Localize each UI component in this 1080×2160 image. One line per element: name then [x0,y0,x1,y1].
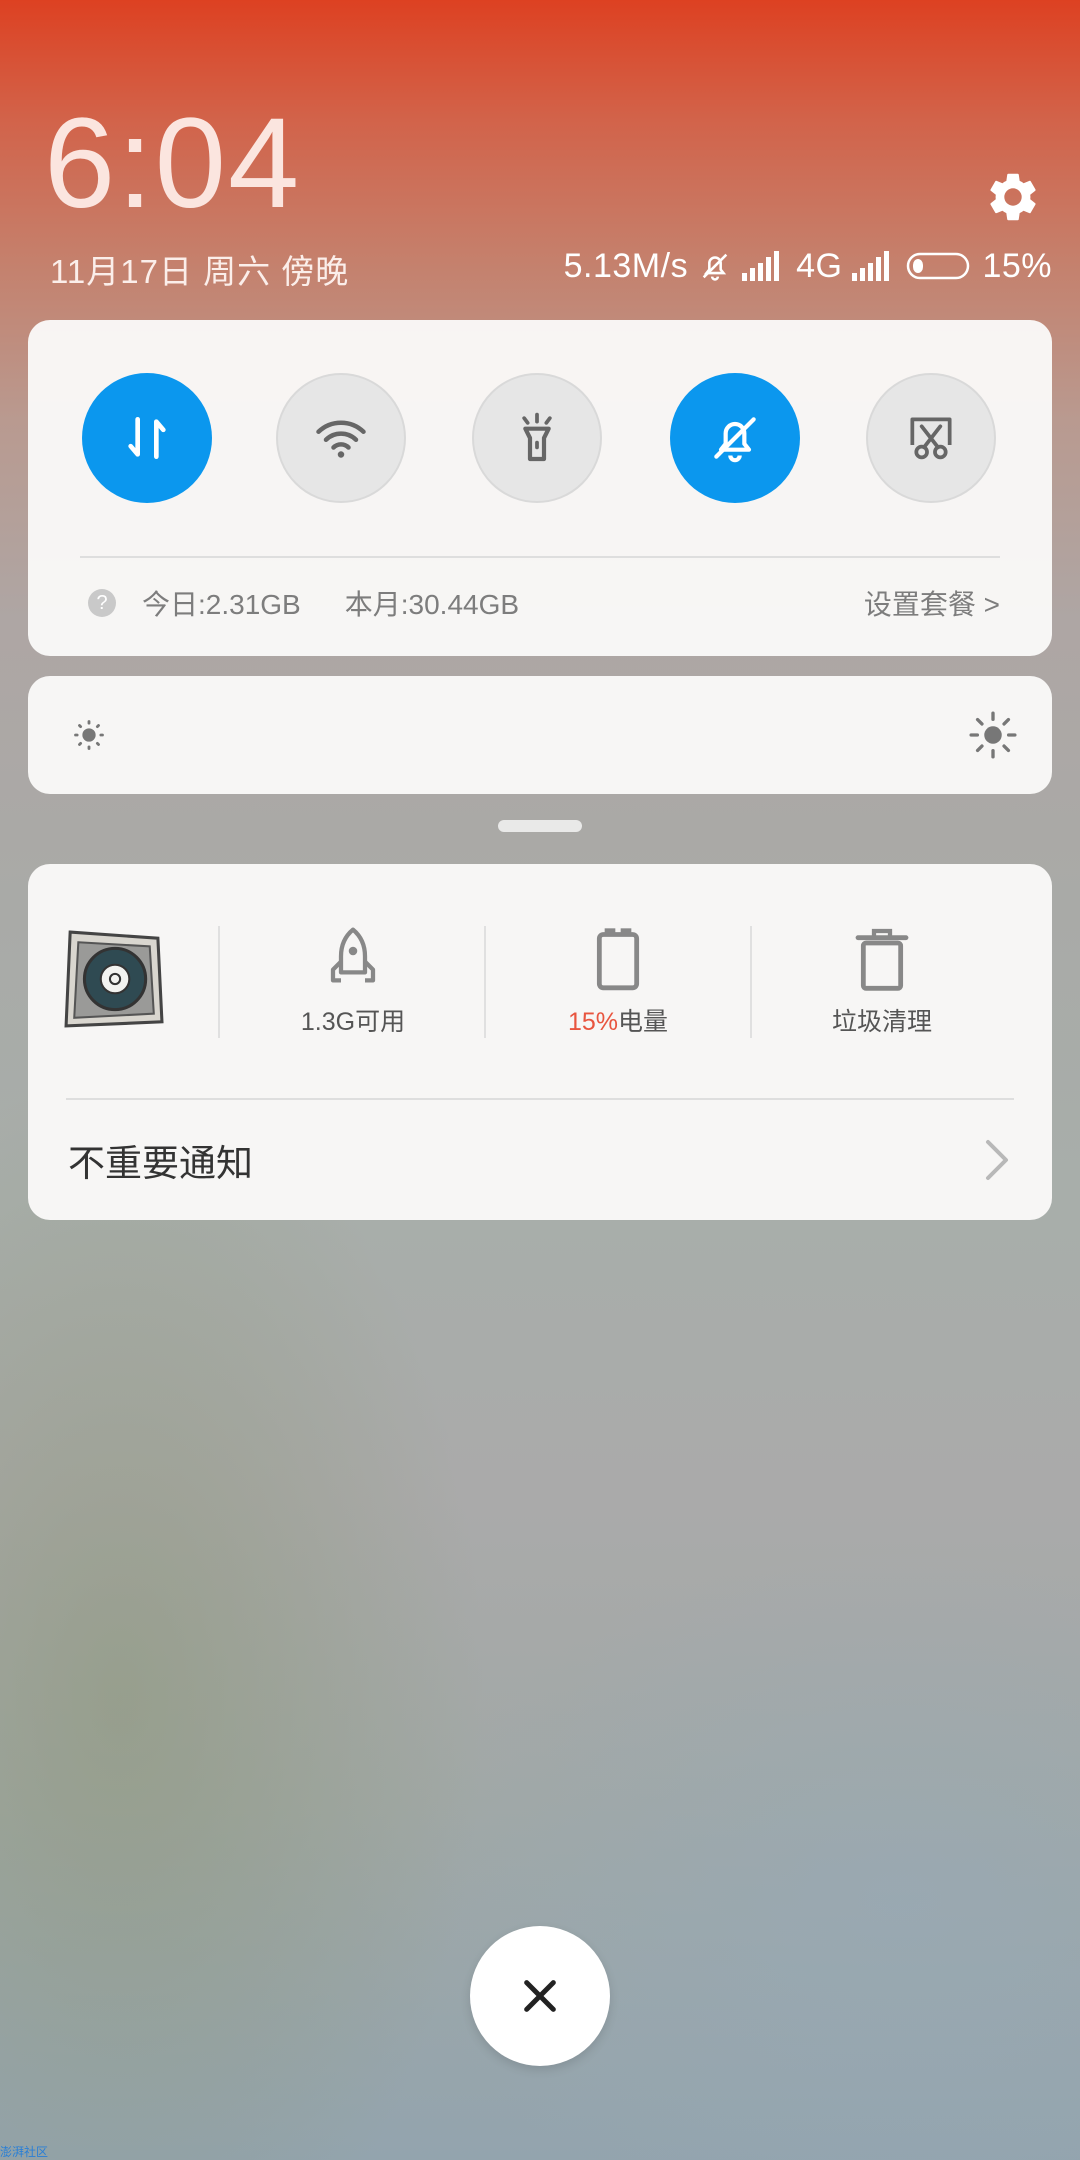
data-transfer-icon [128,417,166,459]
memory-tool[interactable]: 1.3G可用 [253,924,453,1038]
data-usage-row: ? 今日:2.31GB 本月:30.44GB 设置套餐 > [88,578,1000,628]
close-button[interactable] [470,1926,610,2066]
tool-separator [218,926,220,1038]
mute-bell-icon [702,253,728,281]
battery-percent: 15% [982,246,1052,285]
network-type: 4G [796,246,843,285]
chevron-right-icon [986,1140,1008,1180]
toggle-wifi[interactable] [276,373,406,503]
rocket-icon [330,927,376,983]
toggle-screenshot[interactable] [866,373,996,503]
tool-separator [484,926,486,1038]
unimportant-label: 不重要通知 [68,1143,253,1184]
battery-tool-icon [596,928,640,991]
battery-value: 15% [567,1008,619,1036]
today-usage: 今日:2.31GB [142,589,301,620]
flashlight-icon [522,412,552,462]
month-usage: 本月:30.44GB [344,589,520,620]
brightness-high-icon [969,711,1017,759]
qs-divider [80,556,1000,558]
settings-gear-icon[interactable] [984,168,1042,226]
signal-icon-2 [852,251,890,281]
watermark: 澎湃社区 [0,2145,49,2159]
cleanup-tool[interactable]: 垃圾清理 [782,924,982,1038]
bell-off-icon [714,417,756,463]
date-label: 11月17日 周六 傍晚 [50,253,350,290]
app-avatar-icon[interactable] [62,928,164,1030]
toggle-flashlight[interactable] [472,373,602,503]
toggle-mobile-data[interactable] [82,373,212,503]
quick-settings-panel: ? 今日:2.31GB 本月:30.44GB 设置套餐 > [28,320,1052,656]
drag-handle[interactable] [498,820,582,832]
memory-label: 1.3G可用 [300,1008,406,1036]
cleanup-label: 垃圾清理 [831,1008,932,1036]
unimportant-notifications-row[interactable]: 不重要通知 [68,1116,1012,1204]
wifi-icon [316,420,366,458]
clock: 6:04 [44,92,302,235]
brightness-low-icon [74,720,104,750]
toggle-silent[interactable] [670,373,800,503]
brightness-slider[interactable] [28,676,1052,794]
trash-icon [855,928,909,991]
close-icon [524,1980,556,2012]
network-speed: 5.13M/s [563,246,689,285]
status-bar: 5.13M/s 4G 15% [564,242,1052,290]
tool-separator [750,926,752,1038]
notification-panel: 1.3G可用 15%电量 垃圾清理 不重要通知 [28,864,1052,1220]
signal-icon-1 [742,251,780,281]
set-plan-link[interactable]: 设置套餐 > [864,583,1000,623]
battery-suffix: 电量 [618,1008,669,1036]
help-icon[interactable]: ? [88,589,116,617]
battery-tool[interactable]: 15%电量 [518,924,718,1038]
scissors-icon [910,417,952,460]
panel-divider [66,1098,1014,1100]
battery-icon [907,252,970,280]
